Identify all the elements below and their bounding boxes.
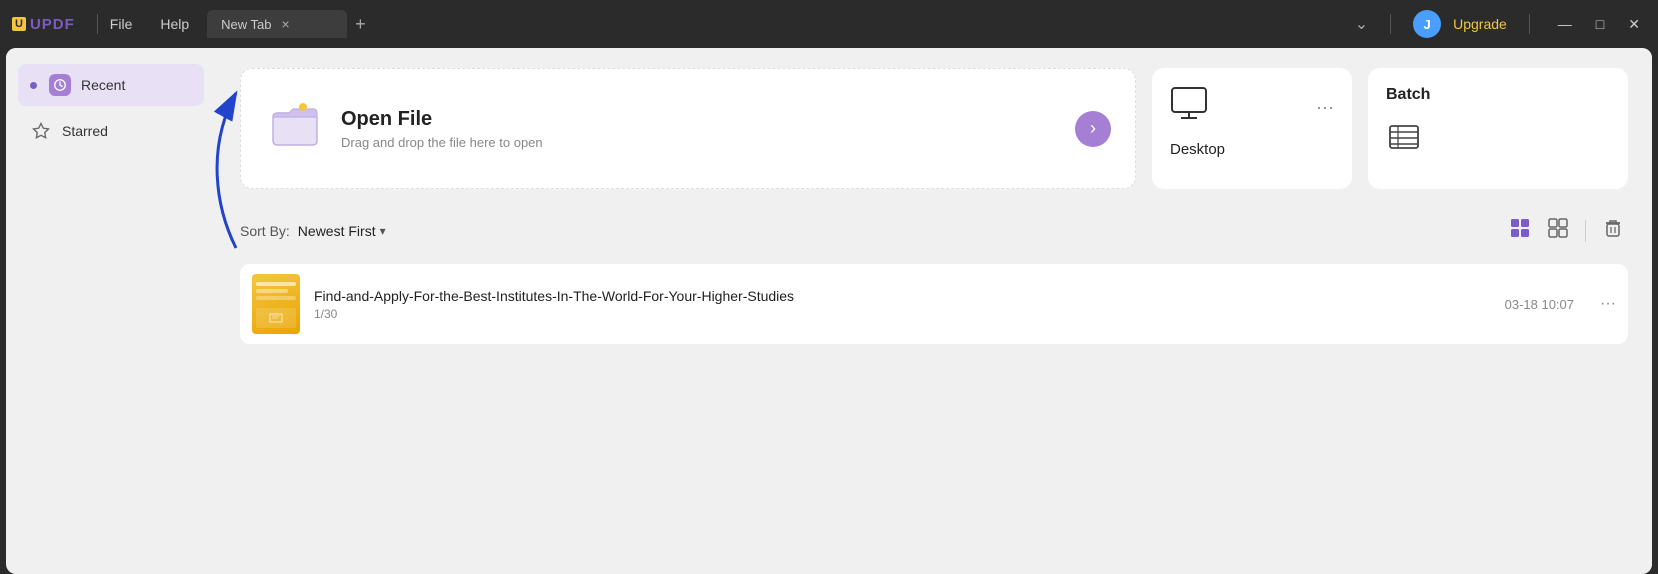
maximize-button[interactable]: □ [1590,14,1610,34]
open-file-arrow-button[interactable]: › [1075,111,1111,147]
file-info: Find-and-Apply-For-the-Best-Institutes-I… [314,288,1491,321]
sort-value: Newest First [298,223,376,239]
main-container: Recent Starred [6,48,1652,574]
starred-label: Starred [62,123,108,139]
sort-label: Sort By: [240,223,290,239]
tab-close-icon[interactable]: × [280,16,292,32]
tab-add-icon[interactable]: + [355,14,366,35]
desktop-card-header: ··· [1170,86,1334,129]
upgrade-button[interactable]: Upgrade [1453,16,1507,32]
batch-icon [1386,125,1422,161]
recent-icon [49,74,71,96]
divider-2 [1390,14,1391,34]
sort-select[interactable]: Newest First ▾ [298,223,386,239]
content-area: Open File Drag and drop the file here to… [216,48,1652,574]
titlebar: U UPDF File Help New Tab × + ⌄ J Upgrade… [0,0,1658,48]
logo-text: UPDF [30,16,75,33]
trash-button[interactable] [1598,213,1628,248]
desktop-icon [1170,86,1208,129]
file-name: Find-and-Apply-For-the-Best-Institutes-I… [314,288,1491,304]
sort-bar: Sort By: Newest First ▾ [240,213,1628,248]
file-more-icon[interactable]: ··· [1600,295,1616,313]
divider-1 [97,14,98,34]
grid-view-button[interactable] [1505,213,1535,248]
desktop-label: Desktop [1170,141,1334,158]
sort-arrow-icon: ▾ [380,224,386,238]
top-cards: Open File Drag and drop the file here to… [240,68,1628,189]
divider-3 [1529,14,1530,34]
active-dot [30,82,37,89]
logo-box: U [12,17,26,31]
open-file-text: Open File Drag and drop the file here to… [341,108,543,150]
minimize-button[interactable]: — [1552,14,1578,34]
sidebar-item-recent[interactable]: Recent [18,64,204,106]
file-item[interactable]: Find-and-Apply-For-the-Best-Institutes-I… [240,264,1628,344]
menu-file[interactable]: File [108,12,135,36]
open-file-title: Open File [341,108,543,131]
avatar: J [1413,10,1441,38]
menu-help[interactable]: Help [158,12,191,36]
new-tab[interactable]: New Tab × [207,10,347,38]
file-date: 03-18 10:07 [1505,297,1574,312]
menu-bar: File Help [108,12,191,36]
titlebar-right: ⌄ J Upgrade — □ ✕ [1355,10,1646,38]
view-divider [1585,220,1586,242]
batch-title: Batch [1386,86,1610,104]
desktop-more-icon[interactable]: ··· [1316,97,1334,118]
list-view-button[interactable] [1543,213,1573,248]
desktop-card[interactable]: ··· Desktop [1152,68,1352,189]
batch-card[interactable]: Batch [1368,68,1628,189]
sidebar-item-starred[interactable]: Starred [18,110,204,152]
app-logo: U UPDF [12,16,75,33]
starred-icon [30,120,52,142]
file-pages: 1/30 [314,307,1491,321]
tab-bar: New Tab × + [207,10,1355,38]
open-file-icon [269,97,321,160]
recent-label: Recent [81,77,125,93]
dropdown-icon[interactable]: ⌄ [1355,14,1368,34]
file-thumbnail [252,274,300,334]
tab-label: New Tab [221,17,271,32]
open-file-card[interactable]: Open File Drag and drop the file here to… [240,68,1136,189]
sidebar: Recent Starred [6,48,216,172]
open-file-subtitle: Drag and drop the file here to open [341,135,543,150]
close-button[interactable]: ✕ [1622,14,1646,35]
